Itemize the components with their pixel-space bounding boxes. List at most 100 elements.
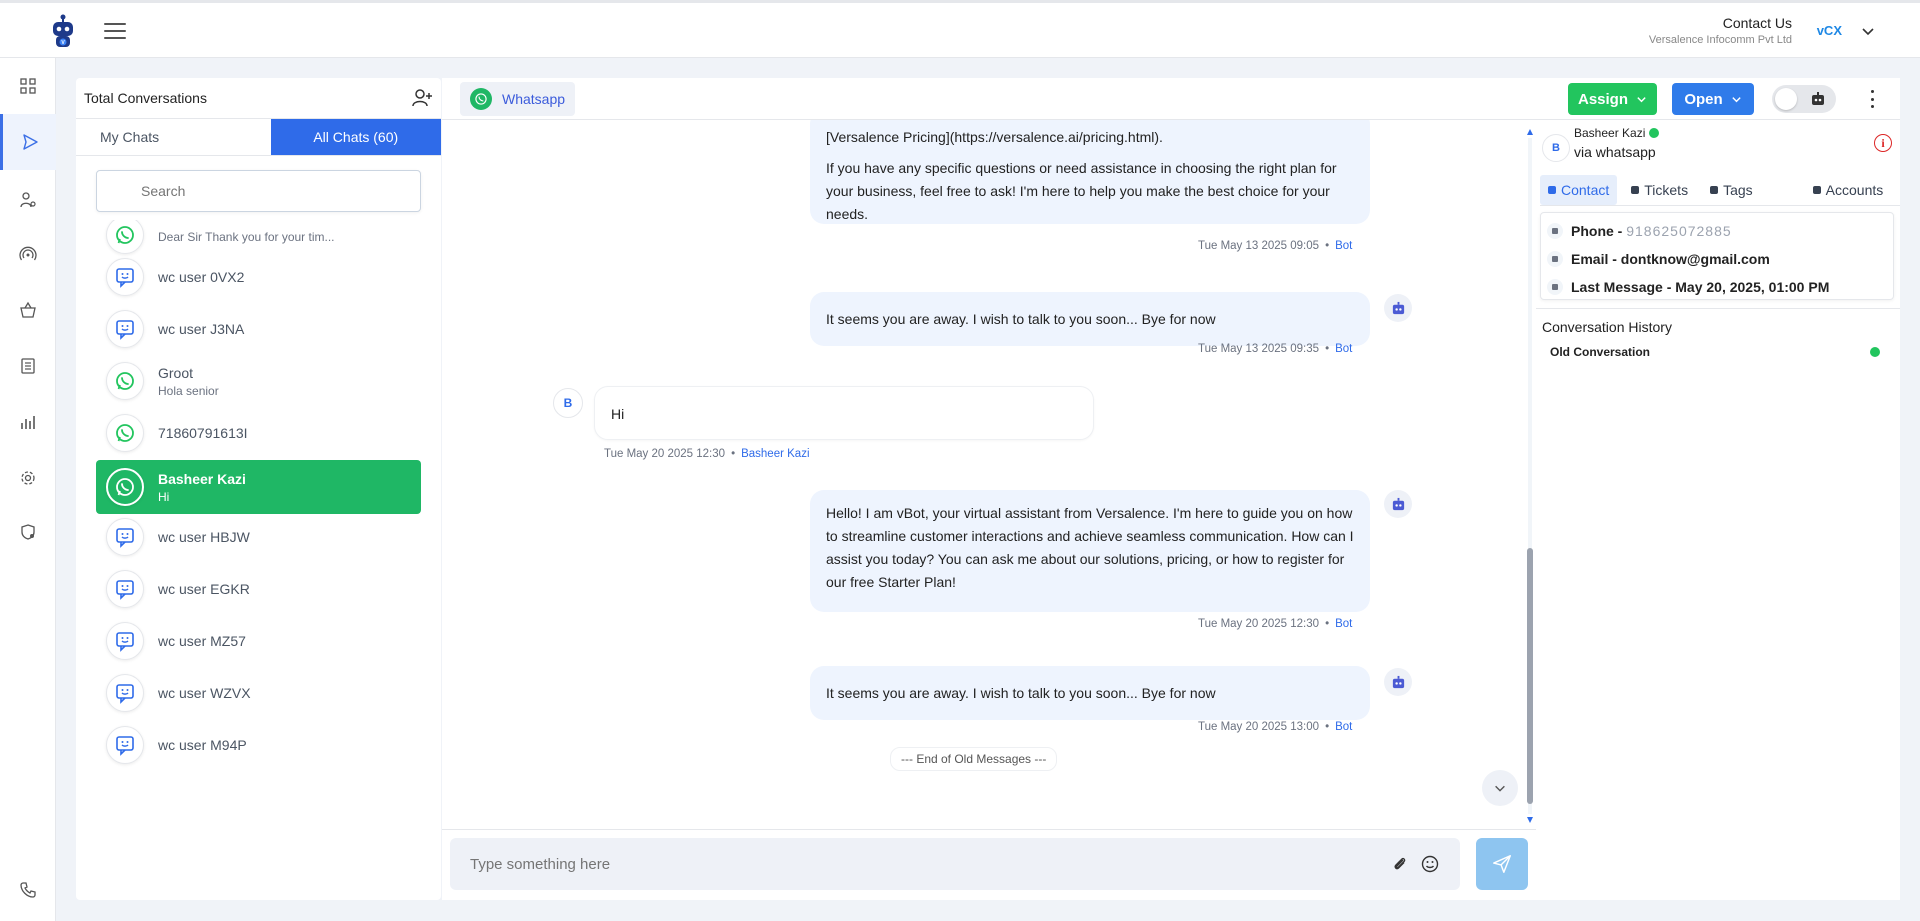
info-icon[interactable]: i — [1874, 134, 1892, 152]
robot-logo-icon[interactable]: V — [48, 13, 78, 49]
send-icon[interactable] — [0, 114, 56, 170]
chart-icon[interactable] — [0, 402, 56, 442]
dashboard-icon[interactable] — [0, 66, 56, 106]
contact-us[interactable]: Contact Us Versalence Infocomm Pvt Ltd — [1649, 15, 1792, 46]
chat-window: Whatsapp [Versalence Pricing](https://ve… — [442, 78, 1536, 900]
chat-preview: Hi — [158, 489, 170, 504]
message-scrollbar[interactable] — [1526, 128, 1534, 824]
chat-list-item[interactable]: wc user MZ57 — [96, 614, 421, 668]
phone-icon[interactable] — [0, 870, 56, 910]
webchat-icon — [106, 570, 144, 608]
basket-icon[interactable] — [0, 290, 56, 330]
chat-name: Basheer Kazi — [158, 470, 246, 487]
chevron-down-icon — [1637, 96, 1646, 102]
chat-list-item[interactable]: wc user 0VX2 — [96, 250, 421, 304]
tab-tickets[interactable]: Tickets — [1623, 175, 1696, 205]
history-item[interactable]: Old Conversation — [1550, 345, 1650, 359]
tab-tags[interactable]: Tags — [1702, 175, 1761, 205]
customer-name-text: Basheer Kazi — [1574, 126, 1646, 140]
settings-icon[interactable] — [0, 458, 56, 498]
chat-list-item[interactable]: Groot Hola senior — [96, 354, 421, 408]
chevron-down-icon — [1731, 96, 1741, 102]
message-bot: Hello! I am vBot, your virtual assistant… — [810, 490, 1370, 612]
channel-chip[interactable]: Whatsapp — [460, 82, 576, 116]
message-text: It seems you are away. I wish to talk to… — [826, 311, 1216, 327]
last-message-value: Last Message - May 20, 2025, 01:00 PM — [1571, 279, 1830, 295]
conversation-list-panel: Total Conversations My Chats All Chats (… — [76, 78, 441, 900]
send-button[interactable] — [1476, 838, 1528, 890]
whatsapp-icon — [1870, 347, 1880, 357]
message-bot: [Versalence Pricing](https://versalence.… — [810, 120, 1370, 224]
send-icon — [1493, 855, 1511, 873]
tab-contact[interactable]: Contact — [1540, 174, 1618, 205]
tab-label: Tickets — [1644, 181, 1689, 198]
assign-button[interactable]: Assign — [1568, 83, 1657, 115]
bot-toggle[interactable] — [1772, 85, 1836, 113]
top-header: V Contact Us Versalence Infocomm Pvt Ltd… — [0, 0, 1920, 58]
webchat-icon — [106, 518, 144, 556]
contact-icon — [1548, 185, 1556, 194]
shield-icon[interactable] — [0, 512, 56, 552]
timestamp: Tue May 20 2025 12:30 — [1198, 618, 1320, 630]
chat-preview: Dear Sir Thank you for your tim... — [158, 229, 335, 244]
webchat-icon — [106, 622, 144, 660]
emoji-icon[interactable] — [1420, 854, 1440, 874]
timestamp: Tue May 13 2025 09:05 — [1198, 240, 1320, 252]
ticket-icon — [1631, 185, 1640, 194]
webchat-icon — [106, 726, 144, 764]
phone-value: 918625072885 — [1626, 223, 1732, 239]
attachment-icon[interactable] — [1390, 854, 1410, 874]
search-input[interactable] — [96, 170, 421, 212]
chat-list-item[interactable]: wc user J3NA — [96, 302, 421, 356]
tag-icon — [1710, 185, 1719, 194]
chevron-down-icon[interactable] — [1860, 23, 1876, 39]
detail-tabs: Contact Tickets Tags Accounts — [1540, 174, 1900, 206]
chat-list-item[interactable]: 71860791613I — [96, 406, 421, 460]
list-header: Total Conversations — [76, 78, 441, 118]
company-name: Versalence Infocomm Pvt Ltd — [1648, 34, 1792, 46]
broadcast-icon[interactable] — [0, 234, 56, 274]
channel-name: Whatsapp — [502, 91, 566, 107]
message-timestamp: Tue May 20 2025 12:30 • Basheer Kazi — [604, 448, 810, 460]
message-timestamp: Tue May 13 2025 09:05 • Bot — [1198, 240, 1353, 252]
tab-label: Accounts — [1825, 181, 1884, 198]
webchat-icon — [106, 674, 144, 712]
message-text: If you have any specific questions or ne… — [826, 160, 1337, 222]
contact-us-label: Contact Us — [1722, 15, 1792, 31]
chat-name: wc user M94P — [158, 737, 247, 753]
chat-name: wc user WZVX — [158, 685, 251, 701]
menu-toggle-icon[interactable] — [104, 23, 126, 39]
bot-icon — [1812, 92, 1824, 105]
contact-phone: Phone - 918625072885 — [1547, 219, 1732, 243]
channel-via: via whatsapp — [1574, 144, 1656, 160]
more-options-icon[interactable] — [1864, 90, 1880, 108]
chat-list-item[interactable]: wc user EGKR — [96, 562, 421, 616]
whatsapp-icon — [106, 414, 144, 452]
agent-icon[interactable] — [0, 180, 56, 220]
bot-icon — [1384, 490, 1412, 518]
document-icon[interactable] — [0, 346, 56, 386]
status-open-button[interactable]: Open — [1672, 83, 1754, 115]
chat-name: wc user J3NA — [158, 321, 245, 337]
chat-list-item[interactable]: wc user WZVX — [96, 666, 421, 720]
sender-name: Bot — [1335, 618, 1353, 630]
chat-list-item[interactable]: wc user HBJW — [96, 510, 421, 564]
chat-name: wc user MZ57 — [158, 633, 246, 649]
chat-name: 71860791613I — [158, 425, 248, 441]
tab-all-chats[interactable]: All Chats (60) — [270, 119, 441, 155]
conversation-history: Conversation History Old Conversation — [1536, 308, 1900, 878]
webchat-icon — [106, 258, 144, 296]
scroll-down-button[interactable] — [1482, 770, 1518, 806]
contact-last-message: Last Message - May 20, 2025, 01:00 PM — [1547, 275, 1829, 299]
message-text: Hello! I am vBot, your virtual assistant… — [826, 505, 1354, 590]
tab-my-chats[interactable]: My Chats — [76, 119, 271, 155]
message-input[interactable] — [450, 855, 1390, 873]
action-bar: Assign Open — [1536, 78, 1900, 120]
tab-accounts[interactable]: Accounts — [1805, 175, 1892, 205]
add-user-icon[interactable] — [411, 87, 433, 109]
chat-list-item[interactable]: wc user M94P — [96, 718, 421, 772]
webchat-icon — [106, 310, 144, 348]
chat-list-item[interactable]: Basheer Kazi Hi — [96, 460, 421, 514]
whatsapp-icon — [470, 88, 492, 110]
message-text: It seems you are away. I wish to talk to… — [826, 685, 1216, 701]
